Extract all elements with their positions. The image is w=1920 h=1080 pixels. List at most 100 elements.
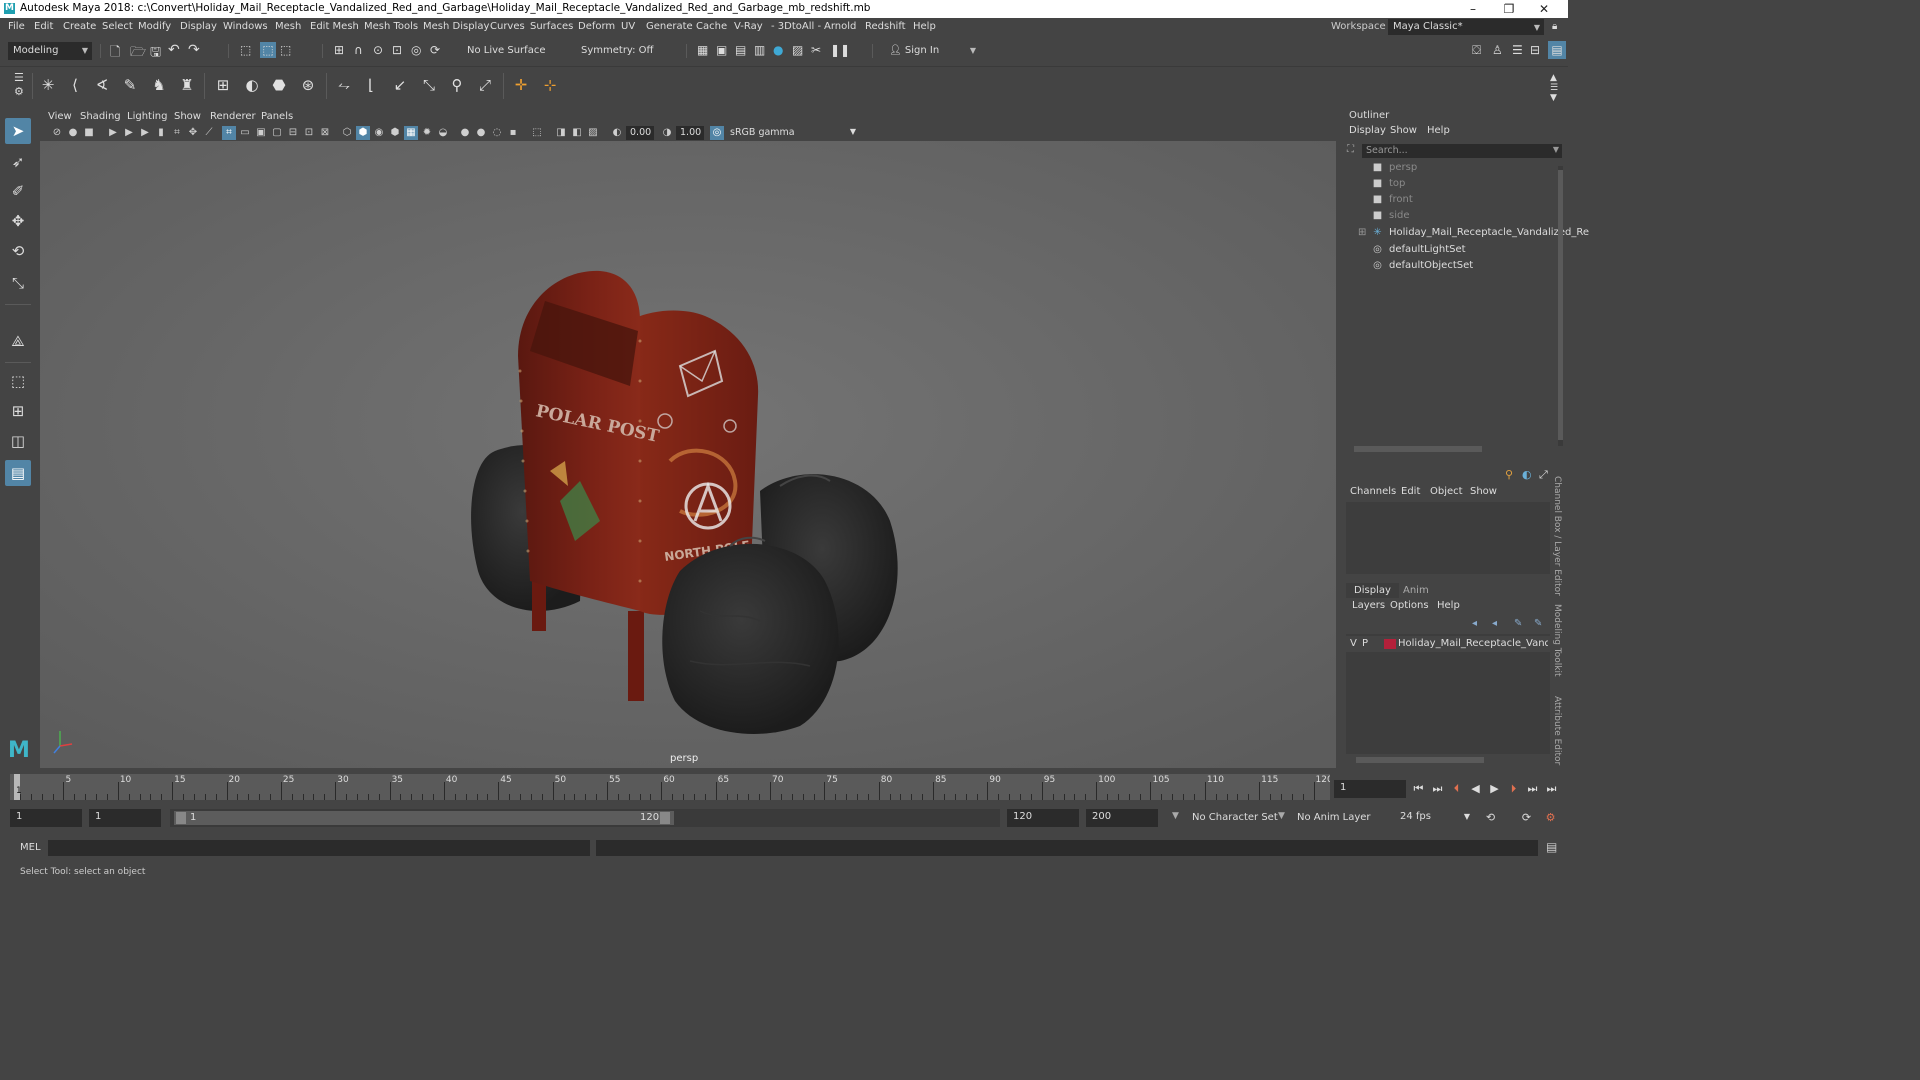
hypershade-icon[interactable]: ●	[773, 43, 783, 57]
safe-action-icon[interactable]: ▢	[270, 126, 284, 140]
shelf-scroll-down-icon[interactable]: ▼	[1550, 93, 1557, 103]
safe-title-icon[interactable]: ⊟	[286, 126, 300, 140]
anim-preferences-icon[interactable]: ⚙	[1542, 809, 1559, 827]
render-settings-icon[interactable]: ▥	[754, 43, 765, 57]
step-back-key-icon[interactable]: ⏭	[1429, 780, 1446, 798]
side-tab-attribute-editor[interactable]: Attribute Editor	[1552, 696, 1562, 765]
xray-active-icon[interactable]: ◧	[570, 126, 584, 140]
vp-menu-lighting[interactable]: Lighting	[127, 111, 167, 122]
workspace-dropdown[interactable]: Maya Classic* ▼	[1388, 19, 1544, 35]
outliner-item-top[interactable]: ■ top	[1372, 176, 1406, 192]
perspective-viewport[interactable]: POLAR POST NORTH POLE persp	[40, 141, 1336, 768]
maximize-button[interactable]: ❐	[1493, 0, 1525, 18]
playback-end-field[interactable]: 120	[1007, 809, 1079, 827]
human-ik-icon[interactable]: ♙	[1492, 43, 1503, 57]
pole-vector-icon[interactable]: ⤢	[473, 73, 497, 97]
menu-deform[interactable]: Deform	[578, 21, 615, 32]
script-editor-icon[interactable]: ▤	[1546, 840, 1557, 854]
vp-menu-shading[interactable]: Shading	[80, 111, 121, 122]
outliner-item-defaultobjectset[interactable]: ◎ defaultObjectSet	[1372, 258, 1473, 274]
new-layer-selected-icon[interactable]: ✎	[1534, 618, 1542, 629]
range-start-handle[interactable]	[176, 812, 186, 824]
layers-menu[interactable]: Layers	[1352, 600, 1385, 611]
smooth-shade-icon[interactable]: ⬢	[356, 126, 370, 140]
symmetry-dropdown[interactable]: Symmetry: Off	[576, 42, 660, 60]
single-perspective-icon[interactable]: ⬚	[5, 368, 31, 394]
menu-3dtoall[interactable]: - 3DtoAll -	[771, 21, 821, 32]
menu-arnold[interactable]: Arnold	[824, 21, 856, 32]
shelf-settings-icon[interactable]: ⚙	[14, 85, 24, 98]
parent-constraint-icon[interactable]: ⥊	[332, 73, 356, 97]
range-bar[interactable]	[174, 811, 674, 825]
current-frame-field[interactable]: 1	[1334, 780, 1406, 798]
exposure-icon[interactable]: ◐	[610, 126, 624, 140]
range-slider[interactable]: 1 120	[170, 809, 1000, 827]
menu-edit[interactable]: Edit	[34, 21, 53, 32]
ambient-occlusion-icon[interactable]: ●	[458, 126, 472, 140]
shelf-menu-icon[interactable]: ☰	[14, 71, 24, 84]
skin-bind-icon[interactable]: ✎	[118, 73, 142, 97]
channel-edit-menu[interactable]: Edit	[1401, 486, 1420, 497]
menu-create[interactable]: Create	[63, 21, 96, 32]
four-view-icon[interactable]: ⊞	[5, 398, 31, 424]
channel-object-menu[interactable]: Object	[1430, 486, 1463, 497]
animation-start-field[interactable]: 1	[10, 809, 82, 827]
modeling-toolkit-icon[interactable]: ⛋	[1472, 43, 1481, 58]
grease-pencil-icon[interactable]: ▮	[154, 126, 168, 140]
channel-options-icon[interactable]: ⤢	[1539, 468, 1548, 482]
snap-surface-icon[interactable]: ◎	[411, 43, 421, 57]
quick-rig-icon[interactable]: ♜	[175, 73, 199, 97]
wireframe-on-shaded-icon[interactable]: ⬢	[388, 126, 402, 140]
side-tab-channel-box[interactable]: Channel Box / Layer Editor	[1552, 476, 1562, 596]
layer-row[interactable]: V P Holiday_Mail_Receptacle_Vandalized	[1346, 636, 1550, 652]
rotate-tool-icon[interactable]: ⟲	[5, 238, 31, 264]
animation-end-field[interactable]: 200	[1086, 809, 1158, 827]
outliner-menu-display[interactable]: Display	[1349, 125, 1386, 136]
channel-sync-icon[interactable]: ◐	[1522, 468, 1532, 481]
time-slider[interactable]: 1 5 10 15 20 25 30 35 40 45 50 55 60 65 70 75 80 85 90 95 1…	[10, 774, 1330, 800]
select-camera-icon[interactable]: ⊘	[50, 126, 64, 140]
menu-file[interactable]: File	[8, 21, 25, 32]
aim-constraint-icon[interactable]: ⚲	[445, 73, 469, 97]
xray-joints-icon[interactable]: ◨	[554, 126, 568, 140]
snap-point-icon[interactable]: ⊙	[373, 43, 383, 57]
menu-set-dropdown[interactable]: Modeling ▼	[8, 42, 92, 60]
render-sequence-icon[interactable]: ▨	[792, 43, 803, 57]
outliner-item-side[interactable]: ■ side	[1372, 208, 1410, 224]
motion-blur-icon[interactable]: ●	[474, 126, 488, 140]
layer-color-swatch[interactable]	[1384, 639, 1396, 649]
isolate-select-icon[interactable]: ⬚	[530, 126, 544, 140]
play-forwards-icon[interactable]: ▶	[1486, 780, 1503, 798]
render-current-icon[interactable]: ▣	[716, 43, 727, 57]
gamma-icon[interactable]: ◑	[660, 126, 674, 140]
image-plane-icon[interactable]: ▶	[122, 126, 136, 140]
character-set-dropdown[interactable]: No Character Set	[1192, 812, 1278, 823]
minimize-button[interactable]: –	[1457, 0, 1489, 18]
menu-generate[interactable]: Generate	[646, 21, 693, 32]
select-component-icon[interactable]: ⬚	[280, 43, 291, 57]
redo-icon[interactable]: ↷	[188, 42, 200, 58]
live-surface-field[interactable]: No Live Surface	[462, 42, 545, 60]
shadows-icon[interactable]: ◒	[436, 126, 450, 140]
snap-grid-icon[interactable]: ⊞	[334, 43, 344, 57]
humanik-skeleton-icon[interactable]: ♞	[147, 73, 171, 97]
point-constraint-icon[interactable]: ⌊	[359, 73, 383, 97]
last-tool-icon[interactable]: ⟁	[5, 328, 31, 354]
outliner-item-defaultlightset[interactable]: ◎ defaultLightSet	[1372, 242, 1465, 258]
camera-attributes-icon[interactable]: ■	[82, 126, 96, 140]
menu-surfaces[interactable]: Surfaces	[530, 21, 573, 32]
select-object-icon[interactable]: ⬚	[260, 42, 276, 58]
save-scene-icon[interactable]: 🖫	[150, 43, 161, 65]
cluster-icon[interactable]: ⊞	[211, 73, 235, 97]
filter-icon[interactable]: ⛶	[1347, 144, 1354, 155]
sculpt-icon[interactable]: ⊛	[296, 73, 320, 97]
textured-icon[interactable]: ▦	[404, 126, 418, 140]
mel-label[interactable]: MEL	[20, 842, 41, 853]
select-tool-icon[interactable]: ➤	[5, 118, 31, 144]
ik-handle-icon[interactable]: ⟨	[63, 73, 87, 97]
outliner-item-front[interactable]: ■ front	[1372, 192, 1413, 208]
paint-select-icon[interactable]: ✐	[5, 178, 31, 204]
play-backwards-icon[interactable]: ◀	[1467, 780, 1484, 798]
backface-icon[interactable]: ▨	[586, 126, 600, 140]
two-d-pan-icon[interactable]: ▶	[138, 126, 152, 140]
